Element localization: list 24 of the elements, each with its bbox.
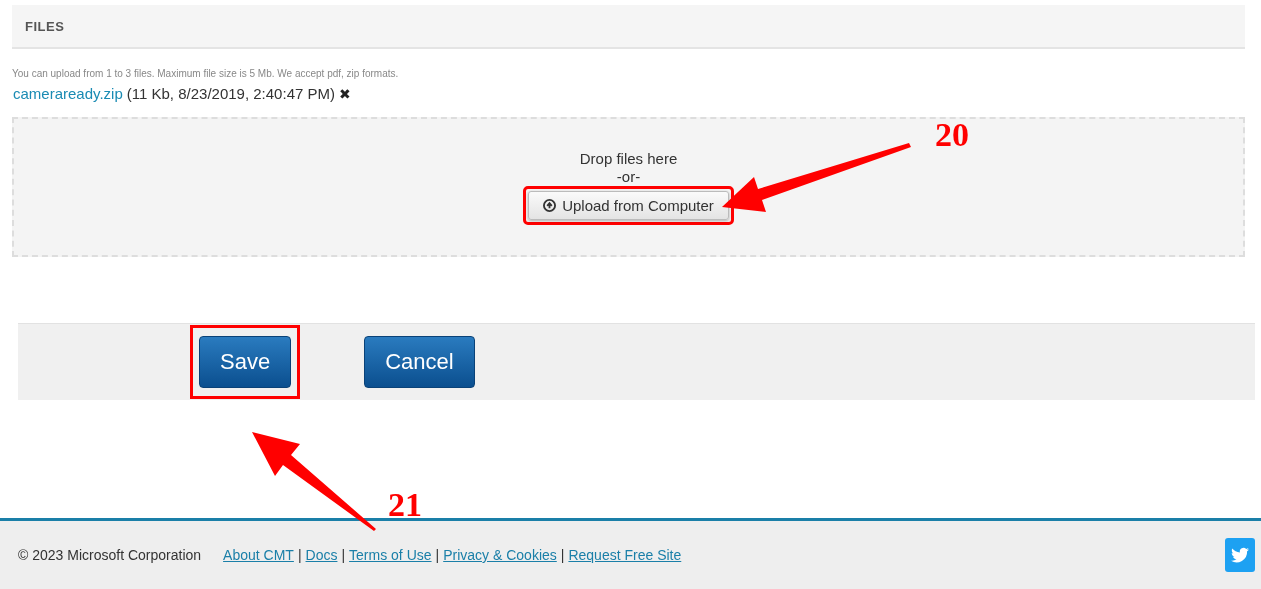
footer-link[interactable]: Request Free Site [568,547,682,563]
step-number: 20 [935,118,969,152]
copyright-text: © 2023 Microsoft Corporation [18,547,202,563]
action-button[interactable]: Cancel [364,336,475,388]
section-title: FILES [25,18,65,34]
footer-link[interactable]: Privacy & Cookies [443,547,557,563]
upload-icon [543,198,557,212]
action-button[interactable]: Save [199,336,292,388]
link-separator: | [560,547,565,563]
upload-hint: You can upload from 1 to 3 files. Maximum file size is 5 Mb. We accept pdf, zip formats. [12,68,400,79]
link-separator: | [435,547,440,563]
footer-link[interactable]: Terms of Use [349,547,432,563]
step-number: 21 [388,488,422,522]
link-separator: | [297,547,302,563]
file-link[interactable]: cameraready.zip [13,85,123,102]
or-text: -or- [616,167,641,185]
bird-icon[interactable] [1225,538,1255,572]
drop-text: Drop files here [579,149,678,167]
link-separator: | [341,547,346,563]
footer-link[interactable]: Docs [305,547,338,563]
remove-icon[interactable]: ✖ [339,85,351,102]
footer-link[interactable]: About CMT [223,547,294,563]
upload-button[interactable]: Upload from Computer [528,190,729,220]
file-details: (11 Kb, 8/23/2019, 2:40:47 PM) [126,85,335,102]
